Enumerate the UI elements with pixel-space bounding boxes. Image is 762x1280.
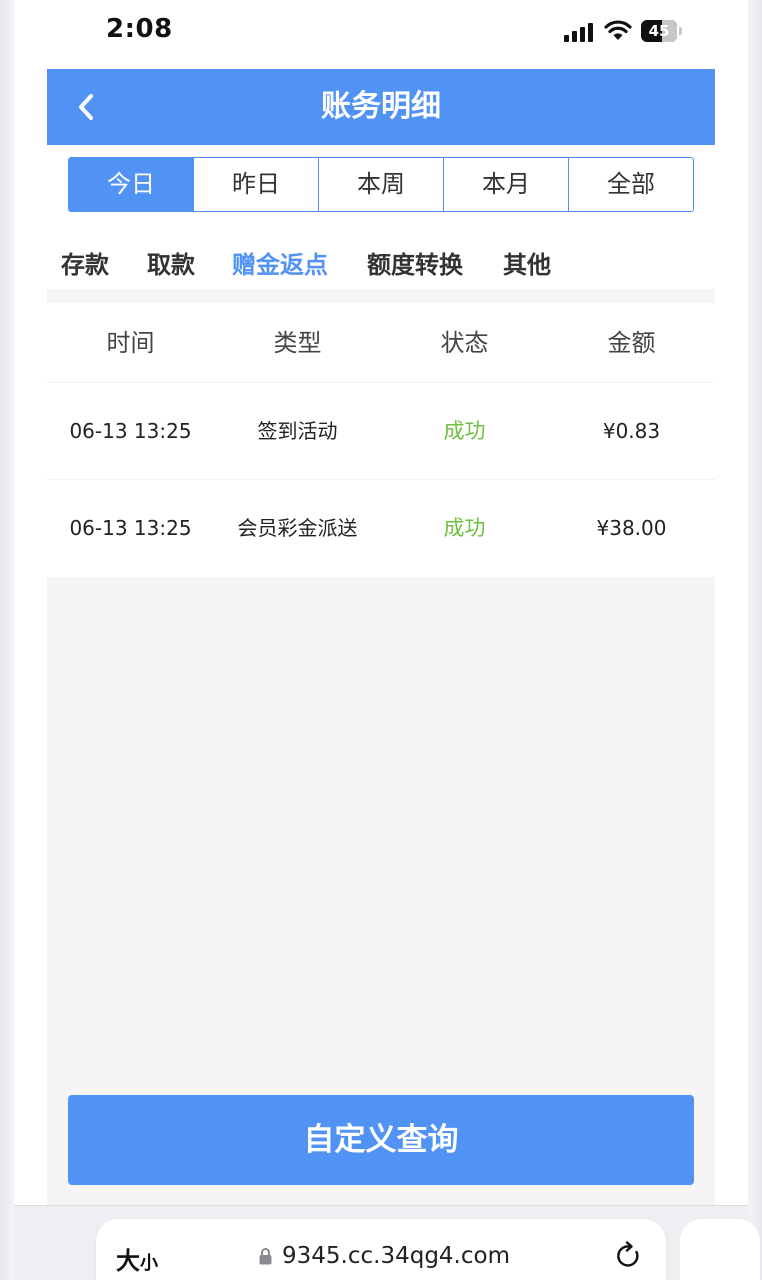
next-tab-pill[interactable] xyxy=(680,1219,760,1280)
category-tabs: 存款 取款 赠金返点 额度转换 其他 xyxy=(47,237,715,289)
text-size-small: 小 xyxy=(140,1253,158,1274)
text-size-button[interactable]: 大小 xyxy=(116,1241,158,1276)
table-row[interactable]: 06-13 13:25 签到活动 成功 ¥0.83 xyxy=(47,383,715,480)
reload-icon[interactable] xyxy=(614,1241,644,1271)
cell-status: 成功 xyxy=(443,516,486,540)
browser-toolbar: 大小 9345.cc.34qg4.com xyxy=(14,1205,760,1280)
tab-deposit[interactable]: 存款 xyxy=(61,245,109,280)
cell-amount: ¥38.00 xyxy=(596,516,667,540)
column-header-amount: 金额 xyxy=(607,329,656,357)
url-text: 9345.cc.34qg4.com xyxy=(282,1243,510,1269)
tab-yesterday[interactable]: 昨日 xyxy=(193,158,318,211)
battery-level: 45 xyxy=(648,22,670,40)
column-header-status: 状态 xyxy=(440,329,489,357)
tab-credit-transfer[interactable]: 额度转换 xyxy=(367,245,463,280)
status-time: 2:08 xyxy=(106,14,173,44)
tab-this-month[interactable]: 本月 xyxy=(443,158,568,211)
cell-status: 成功 xyxy=(443,419,486,443)
column-header-time: 时间 xyxy=(106,329,155,357)
battery-tip xyxy=(679,27,682,35)
cell-type: 会员彩金派送 xyxy=(237,516,358,540)
cell-time: 06-13 13:25 xyxy=(69,419,192,443)
signal-icon xyxy=(564,22,596,42)
table-header: 时间 类型 状态 金额 xyxy=(47,303,715,383)
transactions-table: 时间 类型 状态 金额 06-13 13:25 签到活动 成功 ¥0.83 06… xyxy=(47,303,715,577)
address-bar[interactable]: 大小 9345.cc.34qg4.com xyxy=(96,1219,666,1280)
custom-query-button[interactable]: 自定义查询 xyxy=(68,1095,694,1185)
wifi-icon xyxy=(604,20,632,40)
status-bar: 2:08 45 xyxy=(14,0,748,64)
app-container: 账务明细 今日 昨日 本周 本月 全部 存款 取款 赠金返点 额度转换 其他 时… xyxy=(47,69,715,1280)
tab-all[interactable]: 全部 xyxy=(568,158,693,211)
page-title: 账务明细 xyxy=(321,89,441,124)
cell-time: 06-13 13:25 xyxy=(69,516,192,540)
lock-icon xyxy=(259,1248,272,1265)
tab-other[interactable]: 其他 xyxy=(503,245,551,280)
battery-icon: 45 xyxy=(641,20,677,42)
period-tabs: 今日 昨日 本周 本月 全部 xyxy=(68,157,694,212)
text-size-big: 大 xyxy=(116,1247,140,1275)
tab-today[interactable]: 今日 xyxy=(69,158,193,211)
column-header-type: 类型 xyxy=(273,329,322,357)
section-divider xyxy=(47,289,715,303)
header-bar: 账务明细 xyxy=(47,69,715,145)
table-row[interactable]: 06-13 13:25 会员彩金派送 成功 ¥38.00 xyxy=(47,480,715,577)
cell-amount: ¥0.83 xyxy=(602,419,661,443)
tab-bonus-rebate[interactable]: 赠金返点 xyxy=(232,245,328,280)
phone-screen: 2:08 45 账务明细 今日 昨日 本周 本月 全部 存款 取款 赠金返点 额… xyxy=(14,0,760,1280)
tab-withdraw[interactable]: 取款 xyxy=(147,245,195,280)
cell-type: 签到活动 xyxy=(257,419,338,443)
tab-this-week[interactable]: 本周 xyxy=(318,158,443,211)
